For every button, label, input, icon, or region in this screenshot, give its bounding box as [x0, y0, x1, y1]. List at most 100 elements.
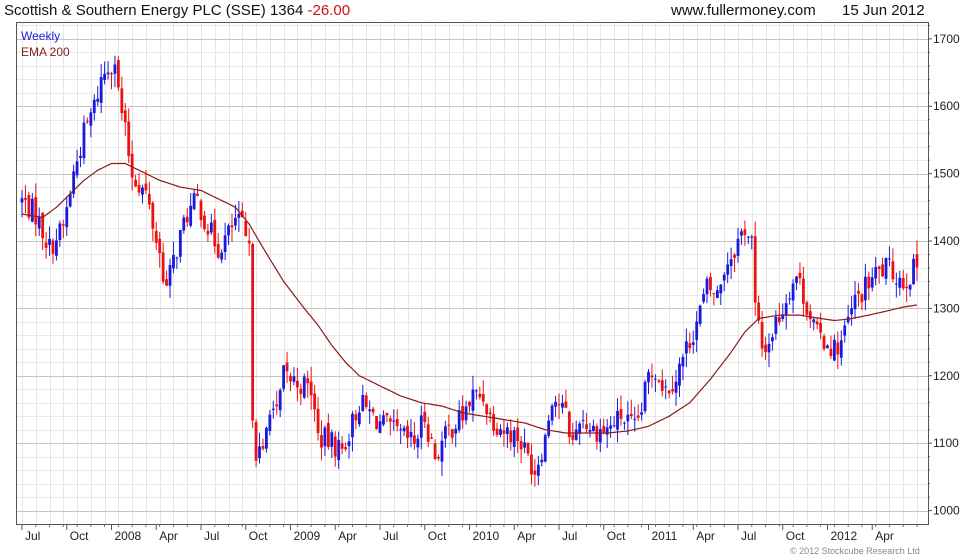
candle-body — [388, 418, 392, 422]
candle-body — [915, 254, 919, 268]
candle-body — [598, 429, 602, 443]
candle — [523, 428, 526, 454]
candle — [826, 344, 829, 349]
candle — [382, 410, 385, 427]
candle-body — [774, 316, 778, 334]
candle — [237, 201, 241, 233]
candle-body — [289, 375, 292, 382]
candle-body — [481, 394, 485, 402]
candle-body — [419, 415, 423, 438]
price-chart: 1000 1100 1200 1300 1400 1500 1600 1700 Jul Oct 2… — [16, 22, 960, 543]
candle — [24, 185, 27, 214]
candle-body — [347, 441, 351, 447]
candle — [447, 414, 451, 436]
candle-body — [316, 408, 320, 433]
candle-body — [227, 225, 230, 236]
candle-body — [819, 322, 823, 333]
candle-body — [612, 425, 616, 427]
candle-body — [543, 435, 547, 462]
candle-body — [715, 290, 719, 299]
candle — [564, 389, 568, 409]
candle-body — [371, 408, 375, 413]
candle-body — [361, 395, 365, 411]
candle — [326, 413, 330, 450]
candle-body — [863, 276, 867, 301]
candle-body — [557, 404, 561, 406]
candle-body — [839, 340, 843, 358]
candle — [368, 400, 372, 424]
legend-ema-200: EMA 200 — [21, 45, 70, 59]
candle — [96, 86, 100, 106]
candle-body — [330, 432, 334, 447]
candle-body — [375, 416, 378, 430]
candle-body — [27, 195, 31, 218]
candle-body — [340, 443, 344, 449]
candle-body — [68, 194, 72, 207]
candle — [110, 71, 113, 90]
candle-body — [406, 425, 409, 439]
candle-body — [326, 423, 330, 448]
candle — [474, 389, 478, 400]
candle-body — [251, 244, 255, 421]
candle-body — [705, 278, 709, 295]
candle — [894, 272, 898, 298]
candle-body — [860, 294, 864, 303]
candle-body — [722, 274, 726, 281]
candle-body — [285, 362, 289, 372]
candle — [378, 414, 382, 434]
x-tick-label: Jul — [204, 529, 219, 543]
candle-body — [898, 277, 902, 288]
candle-body — [836, 342, 840, 355]
candle-body — [110, 73, 113, 75]
x-tick-label: 2009 — [294, 529, 321, 543]
candle — [850, 296, 853, 326]
candle-body — [853, 294, 857, 310]
candle-body — [485, 404, 489, 415]
candle-body — [144, 183, 148, 191]
candle-body — [684, 341, 688, 354]
candle — [777, 302, 781, 326]
candle — [416, 434, 420, 459]
candle — [505, 422, 509, 448]
candle — [426, 416, 430, 448]
candle — [805, 300, 809, 321]
candle — [595, 423, 599, 450]
candle — [888, 246, 891, 267]
candle — [289, 372, 292, 392]
candle — [843, 320, 847, 343]
candle-body — [550, 405, 554, 421]
x-tick-label: Jul — [25, 529, 40, 543]
candle — [674, 370, 678, 406]
candle-body — [24, 197, 27, 200]
candle — [185, 208, 189, 227]
candle-body — [313, 393, 316, 410]
candle-body — [681, 356, 685, 367]
candle — [822, 333, 826, 352]
candle — [72, 164, 76, 199]
candle — [282, 364, 286, 392]
y-tick-label: 1400 — [933, 234, 960, 248]
candle — [364, 392, 368, 409]
y-tick-label: 1200 — [933, 369, 960, 383]
x-tick-label: Apr — [338, 529, 357, 543]
candle-body — [650, 375, 654, 378]
candle — [203, 210, 206, 232]
candle-body — [65, 207, 69, 228]
candle — [554, 395, 557, 417]
candle-body — [764, 344, 767, 353]
candle-body — [299, 388, 303, 394]
candle-body — [302, 376, 306, 398]
candle-body — [602, 426, 606, 433]
candle — [550, 403, 554, 426]
chart-legend: Weekly EMA 200 — [21, 29, 70, 59]
candle — [151, 201, 155, 242]
candle — [419, 405, 423, 450]
candle-body — [416, 438, 420, 448]
candle — [592, 419, 595, 432]
candle-body — [75, 161, 79, 176]
candle-body — [526, 442, 530, 454]
candle-body — [385, 412, 389, 416]
y-axis: 1000 1100 1200 1300 1400 1500 1600 1700 — [928, 24, 960, 518]
candle-body — [505, 427, 509, 435]
candle-body — [333, 436, 337, 457]
